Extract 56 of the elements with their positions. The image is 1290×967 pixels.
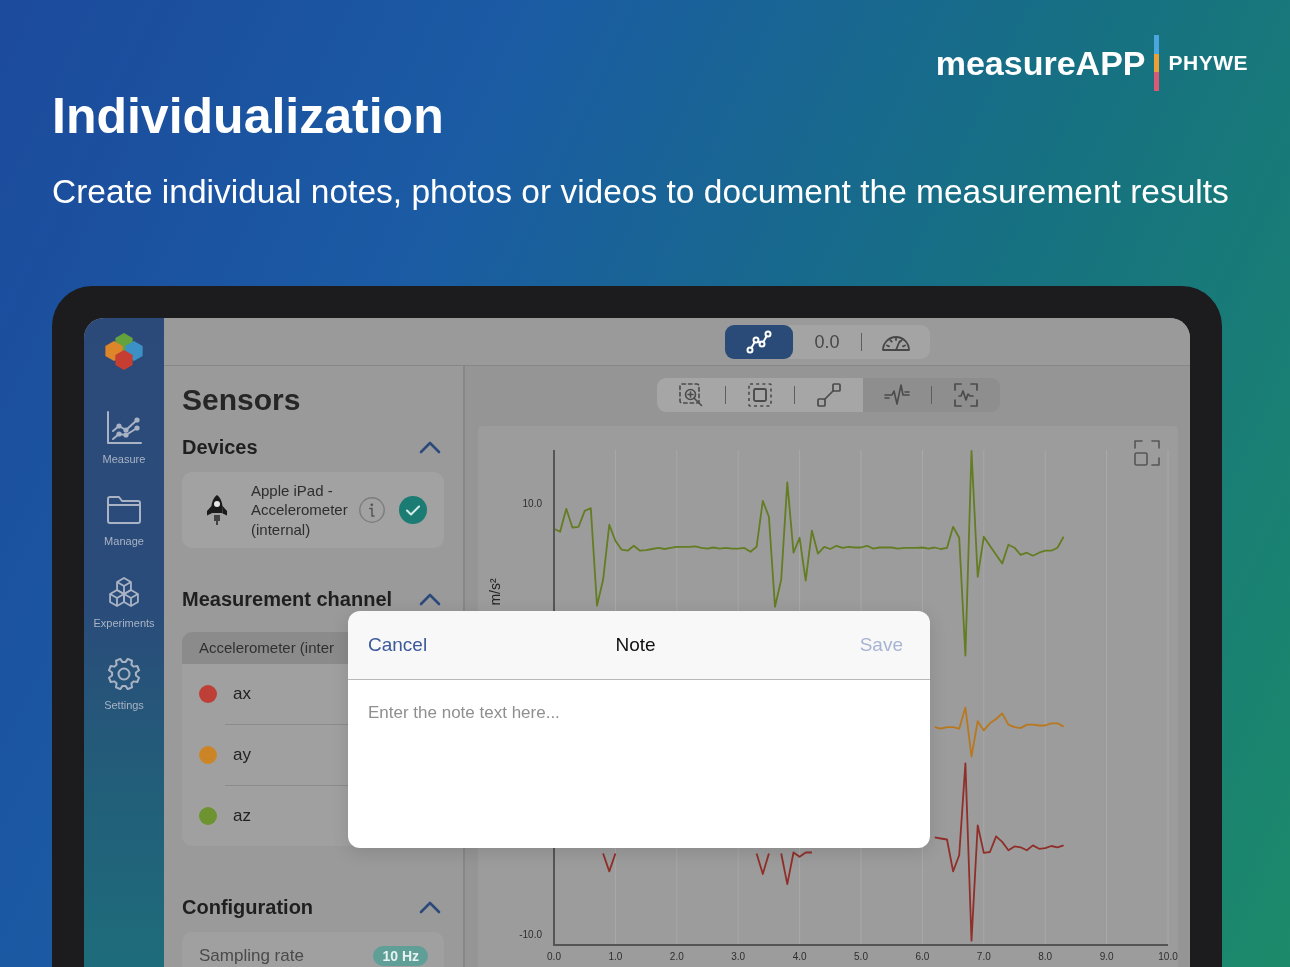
cubes-icon — [105, 333, 143, 370]
tick-label: 8.0 — [1038, 951, 1053, 962]
framed-waveform-icon — [953, 383, 978, 407]
tick-label: 2.0 — [669, 951, 684, 962]
stacked-cubes-icon — [109, 577, 139, 607]
stripe-icon — [1154, 35, 1160, 91]
folder-icon — [107, 495, 141, 525]
tick-label: 5.0 — [854, 951, 868, 962]
sidebar-item[interactable]: Settings — [84, 657, 164, 713]
tick-label: 10.0 — [1158, 951, 1178, 962]
expand-icon[interactable] — [1134, 440, 1160, 466]
tick-label: 7.0 — [976, 951, 991, 962]
brand-wordmark: PHYWE — [1168, 51, 1248, 75]
axis-label: m/s² — [487, 578, 503, 606]
select-frame-icon — [747, 383, 772, 407]
waveform-icon — [883, 384, 910, 406]
page-title: Individualization — [52, 87, 444, 145]
page-subtitle: Create individual notes, photos or videos to document the measurement results — [52, 172, 1229, 212]
tick-label: 9.0 — [1099, 951, 1114, 962]
tick-label: -10.0 — [519, 928, 542, 940]
line-graph-icon — [746, 329, 772, 354]
zoom-in-icon — [678, 383, 703, 407]
tick-label: 3.0 — [731, 951, 746, 962]
chevron-up-icon[interactable] — [419, 592, 441, 606]
chevron-up-icon[interactable] — [419, 900, 441, 914]
rocket-icon — [205, 494, 228, 526]
settings-icon — [107, 657, 141, 691]
channel-name: az — [233, 806, 251, 826]
sidebar-item[interactable]: Measure — [84, 411, 164, 467]
panel-title: Sensors — [182, 382, 302, 418]
sidebar-item[interactable]: Manage — [84, 493, 164, 549]
view-tab[interactable] — [725, 324, 793, 359]
cancel-button[interactable]: Cancel — [368, 633, 428, 657]
line-tool-icon — [816, 383, 841, 407]
tick-label: 0.0 — [547, 951, 561, 962]
note-field[interactable]: Enter the note text here... — [348, 680, 930, 848]
logo-wordmark: measureAPP — [935, 43, 1146, 83]
dialog-title: Note — [615, 633, 656, 657]
tick-label: 4.0 — [792, 951, 807, 962]
line-chart-icon — [106, 411, 142, 445]
channel-name: ax — [233, 684, 251, 704]
channel-name: ay — [233, 745, 251, 765]
info-icon[interactable] — [359, 497, 385, 523]
chevron-up-icon[interactable] — [419, 440, 441, 454]
sidebar-item[interactable]: Experiments — [84, 575, 164, 631]
tick-label: 10.0 — [522, 498, 542, 510]
tick-label: 6.0 — [915, 951, 930, 962]
section-heading: Measurement channel — [182, 588, 393, 610]
setting-label: Sampling rate — [199, 946, 304, 966]
section-heading: Configuration — [182, 895, 314, 919]
tick-label: 1.0 — [608, 951, 623, 962]
device-name: Apple iPad - Accelerometer (internal) — [251, 480, 349, 540]
check-icon[interactable] — [399, 496, 427, 524]
section-heading: Devices — [182, 435, 258, 459]
device-card[interactable]: Apple iPad - Accelerometer (internal) — [182, 472, 444, 548]
note-input[interactable]: Enter the note text here... — [358, 694, 920, 838]
